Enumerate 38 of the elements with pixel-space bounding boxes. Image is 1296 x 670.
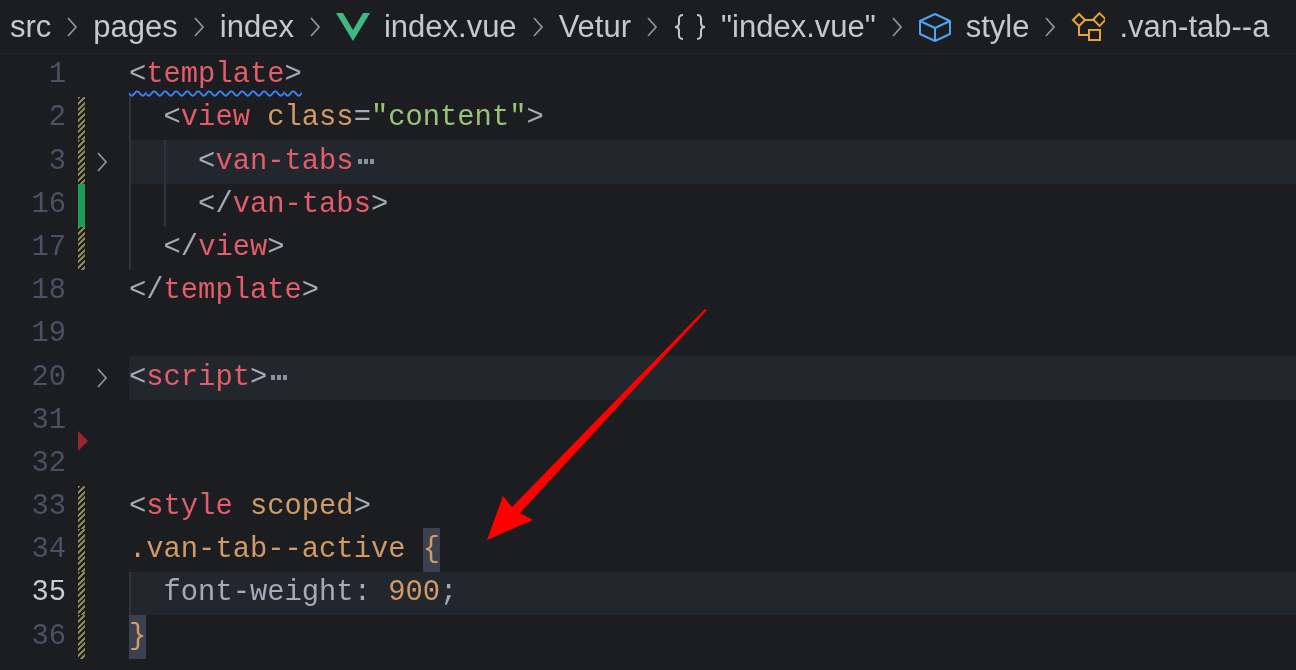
breadcrumb-item[interactable]: pages xyxy=(93,11,178,42)
cube-icon xyxy=(917,11,952,42)
line-number: 35 xyxy=(30,579,66,609)
code-line: .van-tab--active { xyxy=(129,528,441,574)
line-number: 36 xyxy=(30,622,66,652)
code-line: <script> xyxy=(129,363,268,393)
breadcrumb-item[interactable]: index.vue xyxy=(383,11,517,42)
code-line: </van-tabs> xyxy=(197,190,389,220)
code-line: <template> xyxy=(129,61,302,90)
line-number: 3 xyxy=(47,147,66,177)
breadcrumb-item[interactable]: .van-tab--a xyxy=(1119,11,1270,42)
v-logo-icon xyxy=(335,12,370,41)
breadcrumb-item[interactable]: index xyxy=(219,11,294,42)
line-number: 2 xyxy=(47,104,66,134)
braces-icon xyxy=(673,12,707,41)
line-number: 1 xyxy=(47,61,66,90)
line-number: 32 xyxy=(30,449,66,479)
line-number: 33 xyxy=(30,493,66,522)
breadcrumb-item[interactable]: Vetur xyxy=(558,11,631,42)
ellipsis-icon xyxy=(271,374,288,381)
breadcrumb-item[interactable]: src xyxy=(10,11,52,42)
ellipsis-icon xyxy=(357,158,374,165)
line-number: 16 xyxy=(30,190,66,220)
breadcrumb-item[interactable]: "index.vue" xyxy=(721,11,876,42)
code-line: <style scoped> xyxy=(129,493,371,522)
line-number: 18 xyxy=(30,277,66,306)
code-line: <van-tabs xyxy=(197,147,354,177)
code-line: font-weight: 900; xyxy=(162,579,458,609)
code-line: </view> xyxy=(162,233,285,263)
code-line: <view class="content"> xyxy=(162,104,544,134)
line-number: 17 xyxy=(30,233,66,263)
symbol-icon xyxy=(1071,10,1106,43)
line-number: 19 xyxy=(30,320,66,350)
line-number: 20 xyxy=(30,363,66,393)
code-line: </template> xyxy=(129,277,320,306)
line-number: 34 xyxy=(30,536,66,566)
breadcrumb-item[interactable]: style xyxy=(965,11,1030,42)
line-number: 31 xyxy=(30,406,66,436)
